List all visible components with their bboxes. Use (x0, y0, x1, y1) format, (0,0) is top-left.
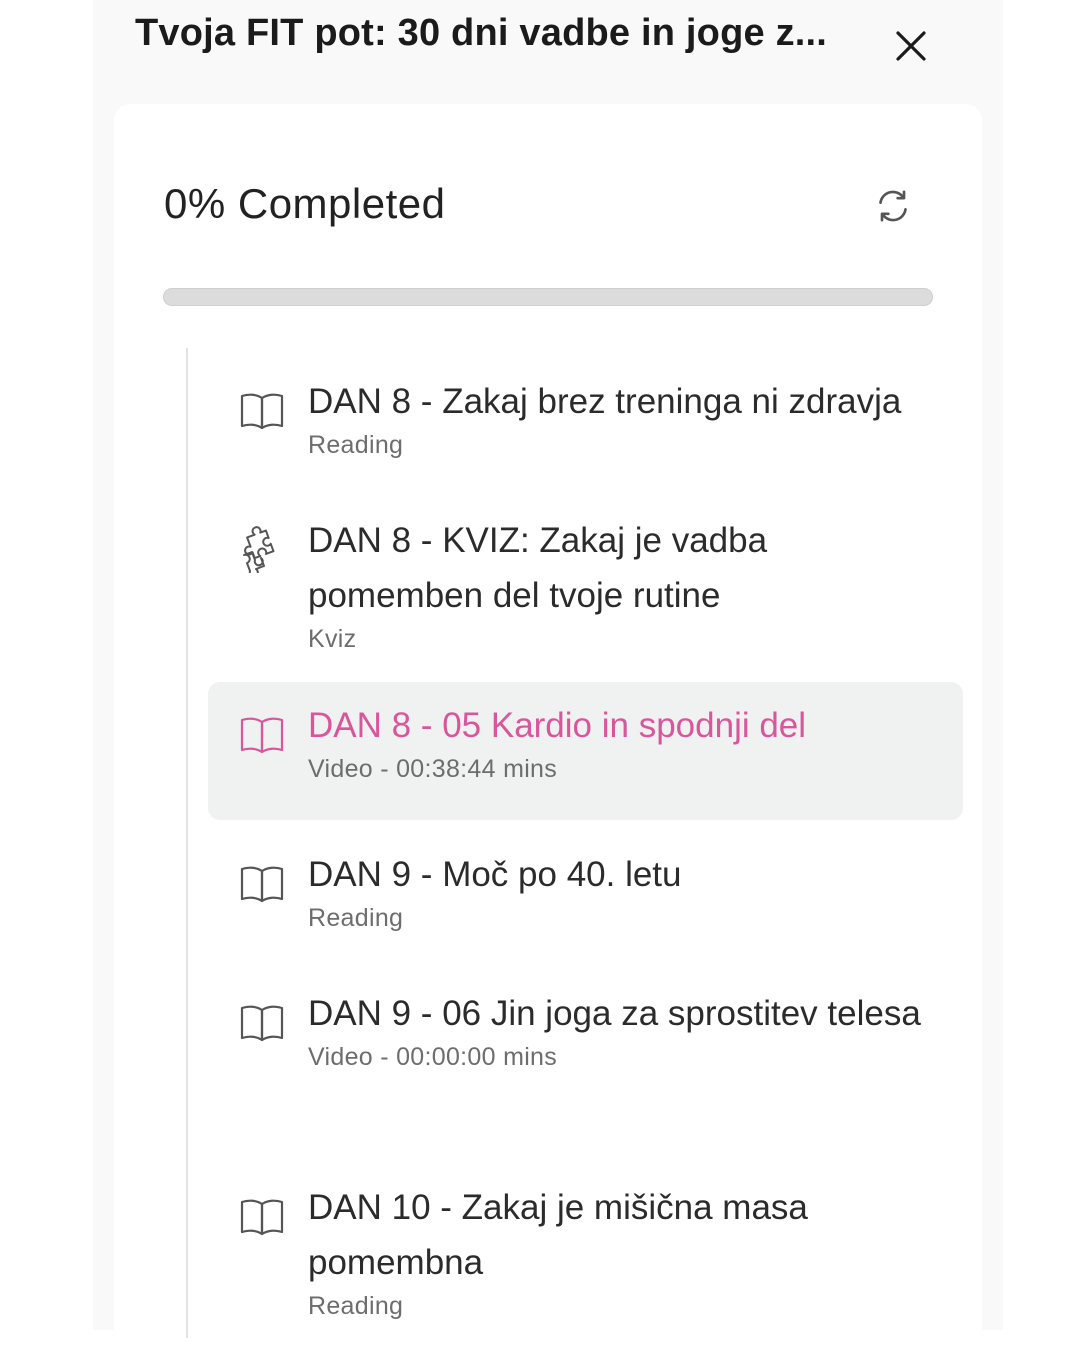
lesson-item[interactable]: DAN 8 - Zakaj brez treninga ni zdravja R… (208, 358, 963, 478)
lesson-title: DAN 9 - 06 Jin joga za sprostitev telesa (308, 994, 921, 1033)
lesson-type: Reading (308, 431, 404, 459)
lesson-title: DAN 9 - Moč po 40. letu (308, 855, 682, 894)
close-icon (896, 31, 926, 61)
lesson-title: DAN 8 - 05 Kardio in spodnji del (308, 706, 807, 745)
book-icon (240, 393, 284, 430)
lesson-item[interactable]: DAN 10 - Zakaj je mišična masa pomembna … (208, 1164, 963, 1334)
refresh-icon (879, 190, 907, 222)
lesson-type: Reading (308, 1292, 404, 1320)
lesson-item[interactable]: DAN 8 - KVIZ: Zakaj je vadba pomemben de… (208, 497, 963, 672)
lesson-item[interactable]: DAN 9 - Moč po 40. letu Reading (208, 831, 963, 951)
book-icon (240, 717, 284, 754)
book-icon (240, 1005, 284, 1042)
refresh-button[interactable] (873, 186, 913, 226)
lesson-duration: Video - 00:00:00 mins (308, 1043, 558, 1071)
lesson-title: DAN 10 - Zakaj je mišična masa pomembna (308, 1188, 808, 1282)
progress-bar (163, 288, 933, 306)
lesson-item[interactable]: DAN 9 - 06 Jin joga za sprostitev telesa… (208, 970, 963, 1145)
close-button[interactable] (891, 26, 931, 66)
lesson-title: DAN 8 - KVIZ: Zakaj je vadba pomemben de… (308, 521, 768, 615)
lesson-type: Reading (308, 904, 404, 932)
book-icon (240, 1199, 284, 1236)
lesson-type: Kviz (308, 625, 357, 653)
lesson-title: DAN 8 - Zakaj brez treninga ni zdravja (308, 382, 902, 421)
book-icon (240, 866, 284, 903)
puzzle-icon (243, 526, 275, 573)
lesson-duration: Video - 00:38:44 mins (308, 755, 558, 783)
progress-label: 0% Completed (164, 180, 446, 227)
timeline-line (186, 348, 188, 1338)
course-title: Tvoja FIT pot: 30 dni vadbe in joge z... (135, 12, 828, 54)
lesson-item-active[interactable]: DAN 8 - 05 Kardio in spodnji del Video -… (208, 682, 963, 820)
